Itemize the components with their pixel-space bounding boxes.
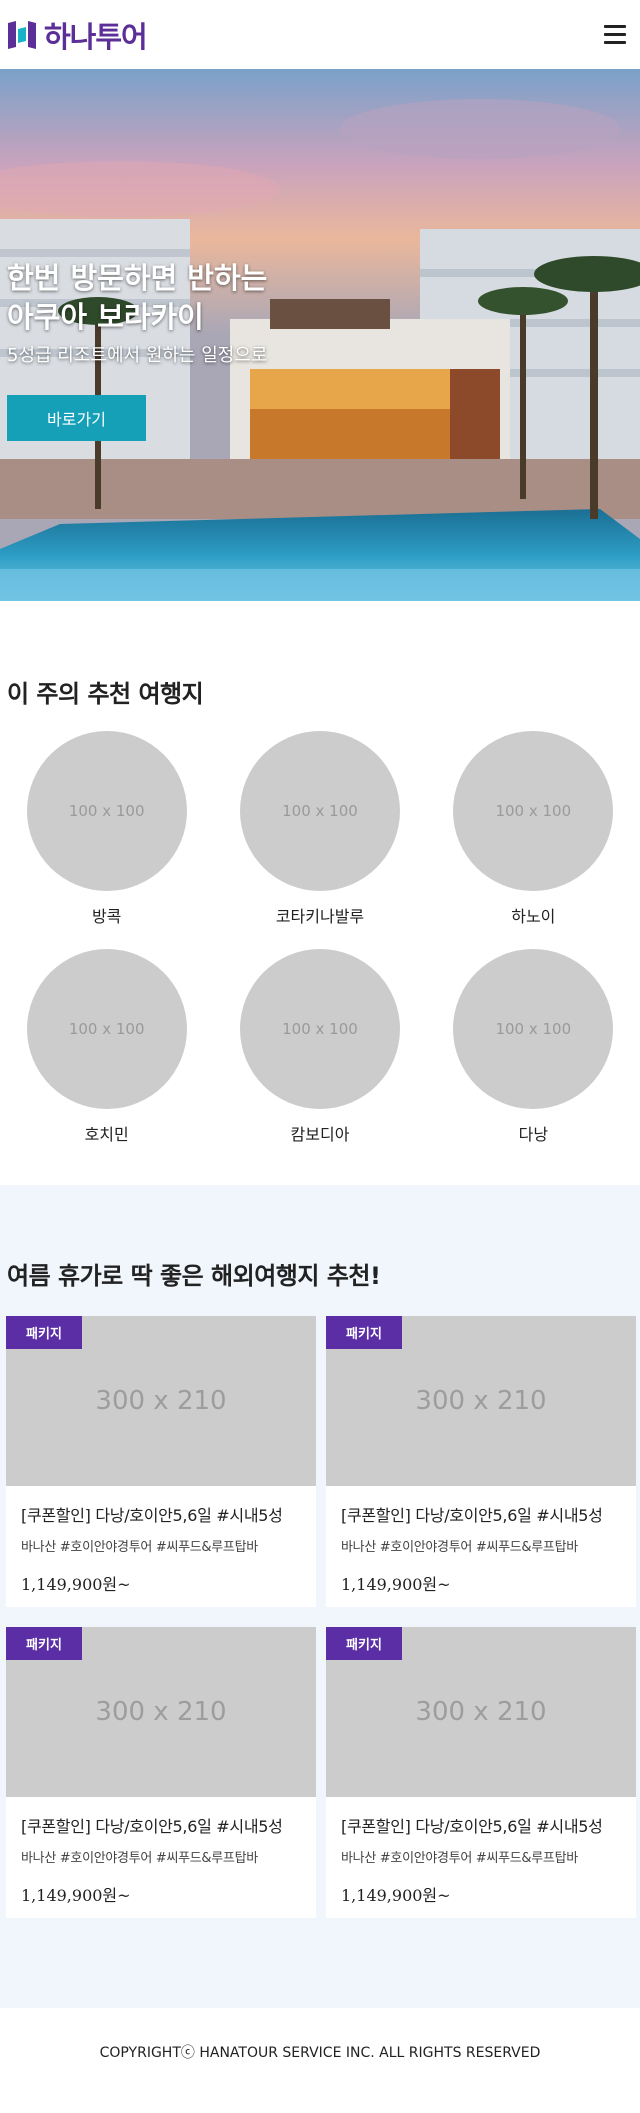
destination-name: 다낭 <box>518 1125 549 1144</box>
hanatour-logo-icon <box>8 20 36 49</box>
destination-item[interactable]: 100 x 100 방콕 <box>0 731 213 927</box>
package-card[interactable]: 300 x 210 패키지 [쿠폰할인] 다낭/호이안5,6일 #시내5성 바나… <box>326 1316 636 1607</box>
package-tags: 바나산 #호이안야경투어 #씨푸드&루프탑바 <box>341 1540 578 1555</box>
package-badge: 패키지 <box>6 1627 82 1660</box>
package-title: [쿠폰할인] 다낭/호이안5,6일 #시내5성 <box>21 1506 283 1525</box>
destination-name: 방콕 <box>91 907 122 926</box>
packages-section-title: 여름 휴가로 딱 좋은 해외여행지 추천! <box>7 1262 381 1290</box>
hamburger-menu-icon-bar <box>604 33 626 36</box>
destinations-section-title: 이 주의 추천 여행지 <box>7 680 204 708</box>
package-price: 1,149,900원~ <box>21 1886 131 1905</box>
package-title: [쿠폰할인] 다낭/호이안5,6일 #시내5성 <box>21 1817 283 1836</box>
destination-name: 코타키나발루 <box>275 907 365 926</box>
recommended-destinations-section: 이 주의 추천 여행지 100 x 100 방콕 100 x 100 코타키나발… <box>0 601 640 1185</box>
copyright-text: COPYRIGHTⓒ HANATOUR SERVICE INC. ALL RIG… <box>99 2044 541 2061</box>
package-thumbnail-placeholder: 300 x 210 <box>415 1697 547 1727</box>
package-card[interactable]: 300 x 210 패키지 [쿠폰할인] 다낭/호이안5,6일 #시내5성 바나… <box>6 1627 316 1918</box>
package-thumbnail: 300 x 210 패키지 <box>6 1316 316 1486</box>
destination-thumbnail: 100 x 100 <box>453 949 614 1109</box>
package-tags: 바나산 #호이안야경투어 #씨푸드&루프탑바 <box>21 1851 258 1866</box>
package-badge: 패키지 <box>326 1316 402 1349</box>
package-thumbnail-placeholder: 300 x 210 <box>415 1386 547 1416</box>
package-body: [쿠폰할인] 다낭/호이안5,6일 #시내5성 바나산 #호이안야경투어 #씨푸… <box>326 1797 636 1918</box>
package-body: [쿠폰할인] 다낭/호이안5,6일 #시내5성 바나산 #호이안야경투어 #씨푸… <box>6 1797 316 1918</box>
hero-banner: 한번 방문하면 반하는 아쿠아 보라카이 5성급 리조트에서 원하는 일정으로 … <box>0 69 640 601</box>
hamburger-menu-button[interactable] <box>600 20 630 50</box>
destination-item[interactable]: 100 x 100 호치민 <box>0 949 213 1145</box>
site-header: 하나투어 <box>0 0 640 69</box>
destination-name: 호치민 <box>84 1125 129 1144</box>
hamburger-menu-icon-bar <box>604 41 626 44</box>
package-badge: 패키지 <box>6 1316 82 1349</box>
package-badge: 패키지 <box>326 1627 402 1660</box>
destinations-grid: 100 x 100 방콕 100 x 100 코타키나발루 100 x 100 … <box>0 731 640 1145</box>
package-price: 1,149,900원~ <box>341 1575 451 1594</box>
hero-subtitle: 5성급 리조트에서 원하는 일정으로 <box>7 345 268 366</box>
package-thumbnail-placeholder: 300 x 210 <box>95 1386 227 1416</box>
destination-thumbnail: 100 x 100 <box>453 731 614 891</box>
packages-grid: 300 x 210 패키지 [쿠폰할인] 다낭/호이안5,6일 #시내5성 바나… <box>6 1316 640 1918</box>
destination-thumbnail: 100 x 100 <box>26 949 187 1109</box>
package-body: [쿠폰할인] 다낭/호이안5,6일 #시내5성 바나산 #호이안야경투어 #씨푸… <box>326 1486 636 1607</box>
package-body: [쿠폰할인] 다낭/호이안5,6일 #시내5성 바나산 #호이안야경투어 #씨푸… <box>6 1486 316 1607</box>
site-footer: COPYRIGHTⓒ HANATOUR SERVICE INC. ALL RIG… <box>0 2008 640 2095</box>
package-thumbnail: 300 x 210 패키지 <box>326 1627 636 1797</box>
destination-item[interactable]: 100 x 100 하노이 <box>427 731 640 927</box>
destination-name: 하노이 <box>511 907 556 926</box>
package-thumbnail: 300 x 210 패키지 <box>6 1627 316 1797</box>
destination-item[interactable]: 100 x 100 코타키나발루 <box>213 731 426 927</box>
logo-text: 하나투어 <box>44 19 148 54</box>
destination-thumbnail: 100 x 100 <box>26 731 187 891</box>
destination-name: 캄보디아 <box>290 1125 350 1144</box>
destination-item[interactable]: 100 x 100 다낭 <box>427 949 640 1145</box>
package-price: 1,149,900원~ <box>21 1575 131 1594</box>
destination-thumbnail: 100 x 100 <box>239 731 400 891</box>
logo[interactable]: 하나투어 <box>6 14 148 56</box>
package-card[interactable]: 300 x 210 패키지 [쿠폰할인] 다낭/호이안5,6일 #시내5성 바나… <box>6 1316 316 1607</box>
destination-thumbnail: 100 x 100 <box>239 949 400 1109</box>
hamburger-menu-icon-bar <box>604 25 626 28</box>
hero-title: 한번 방문하면 반하는 아쿠아 보라카이 <box>7 261 268 334</box>
summer-packages-section: 여름 휴가로 딱 좋은 해외여행지 추천! 300 x 210 패키지 [쿠폰할… <box>0 1185 640 2008</box>
package-tags: 바나산 #호이안야경투어 #씨푸드&루프탑바 <box>341 1851 578 1866</box>
hero-cta-button[interactable]: 바로가기 <box>7 395 146 441</box>
package-thumbnail-placeholder: 300 x 210 <box>95 1697 227 1727</box>
package-price: 1,149,900원~ <box>341 1886 451 1905</box>
package-thumbnail: 300 x 210 패키지 <box>326 1316 636 1486</box>
package-tags: 바나산 #호이안야경투어 #씨푸드&루프탑바 <box>21 1540 258 1555</box>
package-title: [쿠폰할인] 다낭/호이안5,6일 #시내5성 <box>341 1506 603 1525</box>
package-card[interactable]: 300 x 210 패키지 [쿠폰할인] 다낭/호이안5,6일 #시내5성 바나… <box>326 1627 636 1918</box>
hero-text-block: 한번 방문하면 반하는 아쿠아 보라카이 5성급 리조트에서 원하는 일정으로 <box>7 259 267 367</box>
destination-item[interactable]: 100 x 100 캄보디아 <box>213 949 426 1145</box>
package-title: [쿠폰할인] 다낭/호이안5,6일 #시내5성 <box>341 1817 603 1836</box>
